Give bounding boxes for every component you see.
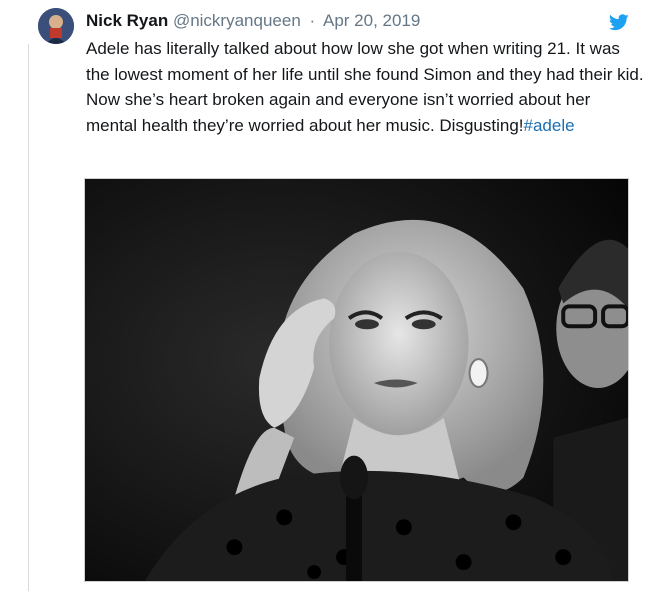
tweet-photo[interactable] [84, 178, 629, 582]
meta-separator: · [309, 11, 316, 30]
tweet-date[interactable]: Apr 20, 2019 [323, 11, 420, 30]
tweet-card: Nick Ryan @nickryanqueen · Apr 20, 2019 … [0, 0, 660, 591]
avatar[interactable] [38, 8, 74, 44]
author-name[interactable]: Nick Ryan [86, 11, 168, 30]
twitter-bird-icon[interactable] [609, 14, 629, 31]
tweet-text: Adele has literally talked about how low… [86, 36, 646, 138]
hashtag-link[interactable]: #adele [524, 116, 575, 135]
tweet-header: Nick Ryan @nickryanqueen · Apr 20, 2019 [86, 11, 420, 31]
thread-rule [28, 44, 29, 591]
photo-image [85, 179, 628, 581]
avatar-image [38, 8, 74, 44]
author-handle[interactable]: @nickryanqueen [173, 11, 301, 30]
